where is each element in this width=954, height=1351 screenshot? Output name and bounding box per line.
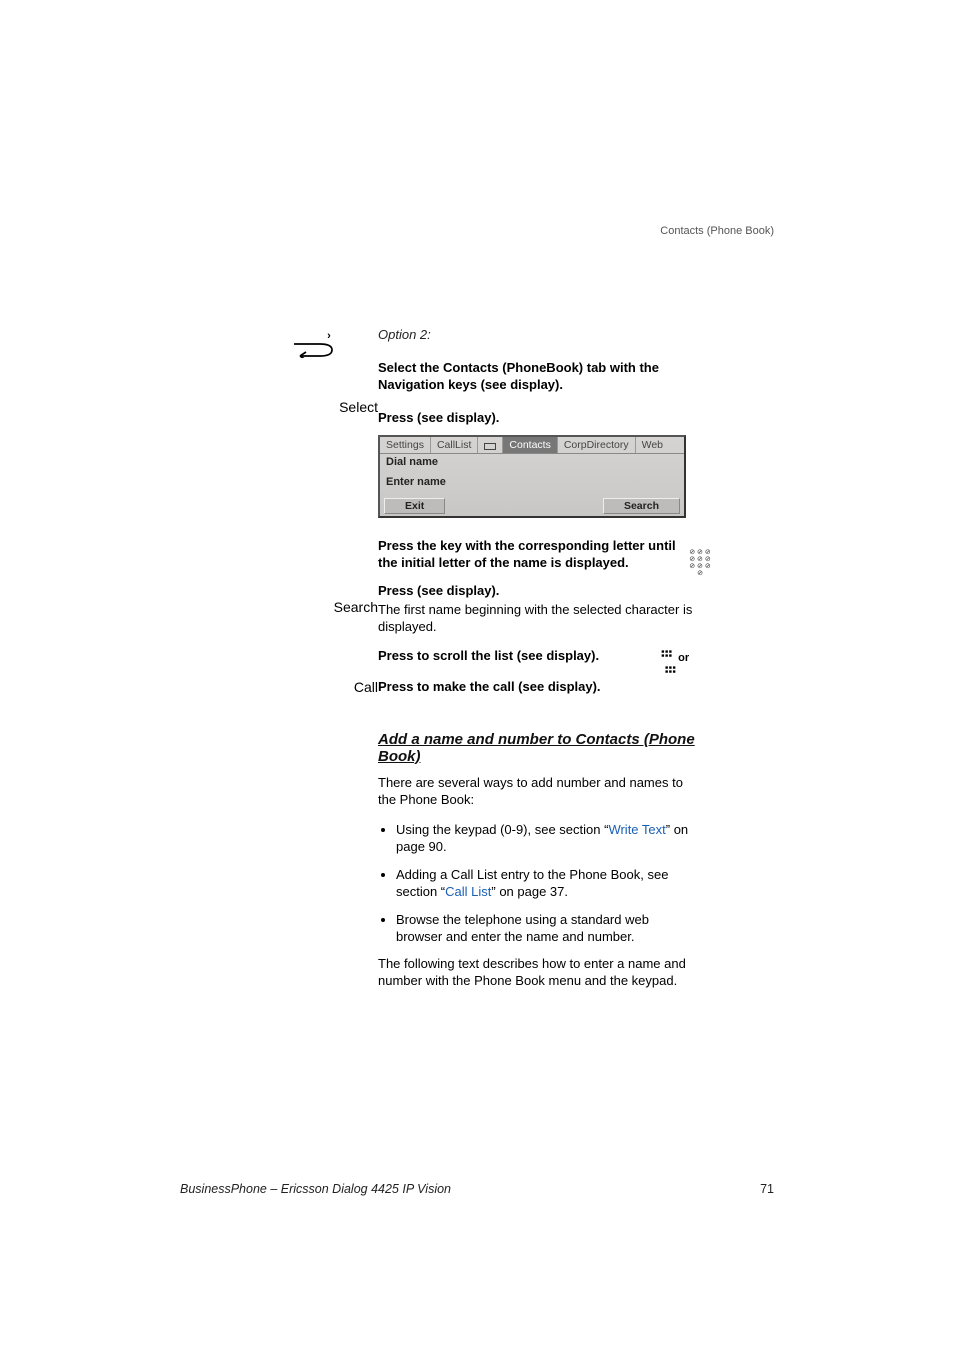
navigation-key-icon: › — [290, 330, 340, 358]
tab-settings: Settings — [380, 437, 431, 453]
or-label: or — [678, 652, 689, 664]
call-instruction: Press to make the call (see display). — [378, 679, 698, 696]
add-outro: The following text describes how to ente… — [378, 956, 698, 990]
tab-web: Web — [636, 437, 669, 453]
display-tabs: Settings CallList Contacts CorpDirectory… — [380, 437, 684, 454]
softkey-exit: Exit — [384, 498, 445, 514]
tab-contacts: Contacts — [503, 437, 557, 453]
scroll-icons: or — [660, 649, 698, 681]
list-item: Browse the telephone using a standard we… — [396, 911, 698, 946]
call-label: Call — [354, 679, 378, 695]
tab-corpdirectory: CorpDirectory — [558, 437, 636, 453]
call-list-link[interactable]: Call List — [445, 884, 491, 899]
scroll-instruction: Press to scroll the list (see display). — [378, 648, 698, 665]
add-methods-list: Using the keypad (0-9), see section “Wri… — [396, 821, 698, 946]
keypad-icon: ⊘⊘⊘⊘⊘⊘⊘⊘⊘⊘ — [683, 549, 719, 577]
phone-display: Settings CallList Contacts CorpDirectory… — [378, 435, 686, 518]
page-header: Contacts (Phone Book) — [660, 225, 774, 237]
bullet1-text-a: Using the keypad (0-9), see section “ — [396, 822, 608, 837]
footer-product: BusinessPhone – Ericsson Dialog 4425 IP … — [180, 1182, 451, 1196]
envelope-icon — [484, 443, 496, 450]
softkey-search: Search — [603, 498, 680, 514]
nav-instruction: Select the Contacts (PhoneBook) tab with… — [378, 360, 698, 394]
page-footer: BusinessPhone – Ericsson Dialog 4425 IP … — [180, 1182, 774, 1196]
scroll-up-icon — [660, 668, 675, 680]
option-label: Option 2: — [378, 327, 698, 342]
scroll-down-icon — [660, 652, 675, 664]
tab-messages — [478, 437, 503, 453]
list-item: Using the keypad (0-9), see section “Wri… — [396, 821, 698, 856]
tab-calllist: CallList — [431, 437, 478, 453]
write-text-link[interactable]: Write Text — [608, 822, 665, 837]
add-intro: There are several ways to add number and… — [378, 775, 698, 809]
search-press: Press (see display). — [378, 583, 698, 600]
keypad-instruction: Press the key with the corresponding let… — [378, 538, 698, 572]
display-enter-name: Enter name — [386, 476, 678, 488]
select-label: Select — [339, 399, 378, 415]
select-press: Press (see display). — [378, 410, 698, 427]
search-result-text: The first name beginning with the select… — [378, 602, 698, 636]
page-number: 71 — [760, 1182, 774, 1196]
bullet2-text-b: ” on page 37. — [491, 884, 568, 899]
search-label: Search — [334, 599, 378, 615]
display-dial-name: Dial name — [386, 456, 678, 468]
add-section-heading: Add a name and number to Contacts (Phone… — [378, 731, 698, 765]
list-item: Adding a Call List entry to the Phone Bo… — [396, 866, 698, 901]
